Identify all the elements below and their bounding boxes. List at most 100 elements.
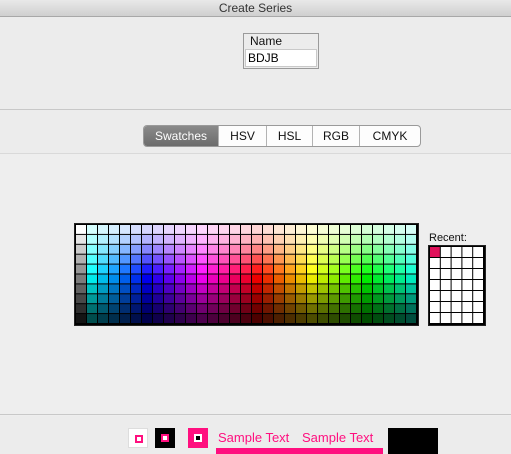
swatch-cell[interactable] xyxy=(175,274,185,284)
swatch-cell[interactable] xyxy=(307,264,317,274)
swatch-cell[interactable] xyxy=(241,254,251,264)
swatch-cell[interactable] xyxy=(142,284,152,294)
swatch-cell[interactable] xyxy=(406,264,416,274)
swatch-cell[interactable] xyxy=(395,244,405,254)
swatch-cell[interactable] xyxy=(186,284,196,294)
swatch-cell[interactable] xyxy=(76,274,86,284)
swatch-cell[interactable] xyxy=(395,304,405,314)
swatch-cell[interactable] xyxy=(351,264,361,274)
swatch-cell[interactable] xyxy=(208,225,218,234)
swatch-cell[interactable] xyxy=(351,284,361,294)
swatch-cell[interactable] xyxy=(109,304,119,314)
swatch-cell[interactable] xyxy=(186,244,196,254)
swatch-cell[interactable] xyxy=(87,264,97,274)
swatch-cell[interactable] xyxy=(362,234,372,244)
tab-swatches[interactable]: Swatches xyxy=(144,126,218,146)
swatch-cell[interactable] xyxy=(153,254,163,264)
swatch-cell[interactable] xyxy=(395,234,405,244)
swatch-cell[interactable] xyxy=(120,274,130,284)
swatch-cell[interactable] xyxy=(153,274,163,284)
swatch-cell[interactable] xyxy=(296,314,306,323)
swatch-cell[interactable] xyxy=(208,284,218,294)
swatch-cell[interactable] xyxy=(164,304,174,314)
swatch-cell[interactable] xyxy=(362,225,372,234)
swatch-cell[interactable] xyxy=(296,225,306,234)
swatch-cell[interactable] xyxy=(340,234,350,244)
swatch-cell[interactable] xyxy=(395,314,405,323)
swatch-cell[interactable] xyxy=(197,274,207,284)
swatch-cell[interactable] xyxy=(384,244,394,254)
swatch-cell[interactable] xyxy=(340,264,350,274)
swatch-cell[interactable] xyxy=(340,274,350,284)
swatch-cell[interactable] xyxy=(351,274,361,284)
swatch-cell[interactable] xyxy=(362,304,372,314)
swatch-cell[interactable] xyxy=(384,225,394,234)
recent-swatch-cell[interactable] xyxy=(430,291,440,301)
swatch-cell[interactable] xyxy=(241,294,251,304)
swatch-cell[interactable] xyxy=(373,274,383,284)
swatch-cell[interactable] xyxy=(230,274,240,284)
swatch-cell[interactable] xyxy=(340,304,350,314)
swatch-cell[interactable] xyxy=(373,264,383,274)
swatch-cell[interactable] xyxy=(186,274,196,284)
swatch-cell[interactable] xyxy=(208,264,218,274)
swatch-cell[interactable] xyxy=(373,284,383,294)
swatch-cell[interactable] xyxy=(307,314,317,323)
recent-swatch-cell[interactable] xyxy=(451,247,462,257)
swatch-cell[interactable] xyxy=(406,314,416,323)
swatch-cell[interactable] xyxy=(98,254,108,264)
recent-swatch-cell[interactable] xyxy=(473,291,483,301)
swatch-cell[interactable] xyxy=(274,225,284,234)
swatch-cell[interactable] xyxy=(109,274,119,284)
swatch-cell[interactable] xyxy=(120,225,130,234)
recent-swatch-cell[interactable] xyxy=(430,269,440,279)
swatch-cell[interactable] xyxy=(230,254,240,264)
swatch-cell[interactable] xyxy=(252,314,262,323)
swatch-cell[interactable] xyxy=(131,244,141,254)
swatch-cell[interactable] xyxy=(318,294,328,304)
swatch-cell[interactable] xyxy=(230,294,240,304)
swatch-cell[interactable] xyxy=(340,314,350,323)
swatch-cell[interactable] xyxy=(219,294,229,304)
swatch-cell[interactable] xyxy=(131,304,141,314)
swatch-cell[interactable] xyxy=(329,264,339,274)
swatch-cell[interactable] xyxy=(230,304,240,314)
tab-rgb[interactable]: RGB xyxy=(312,126,359,146)
swatch-cell[interactable] xyxy=(208,304,218,314)
swatch-cell[interactable] xyxy=(98,314,108,323)
swatch-cell[interactable] xyxy=(362,274,372,284)
swatch-cell[interactable] xyxy=(76,254,86,264)
swatch-cell[interactable] xyxy=(230,244,240,254)
swatch-cell[interactable] xyxy=(263,274,273,284)
swatch-cell[interactable] xyxy=(142,294,152,304)
swatch-cell[interactable] xyxy=(395,225,405,234)
swatch-cell[interactable] xyxy=(285,225,295,234)
swatch-cell[interactable] xyxy=(384,234,394,244)
swatch-cell[interactable] xyxy=(153,225,163,234)
recent-swatch-cell[interactable] xyxy=(462,247,473,257)
swatch-cell[interactable] xyxy=(296,244,306,254)
swatch-cell[interactable] xyxy=(318,284,328,294)
swatch-cell[interactable] xyxy=(351,234,361,244)
swatch-cell[interactable] xyxy=(87,314,97,323)
swatch-cell[interactable] xyxy=(318,264,328,274)
swatch-cell[interactable] xyxy=(197,304,207,314)
swatch-cell[interactable] xyxy=(252,234,262,244)
swatch-cell[interactable] xyxy=(120,314,130,323)
swatch-cell[interactable] xyxy=(318,254,328,264)
recent-swatch-cell[interactable] xyxy=(473,313,483,323)
recent-swatch-cell[interactable] xyxy=(462,302,473,312)
swatch-cell[interactable] xyxy=(252,244,262,254)
swatch-cell[interactable] xyxy=(373,304,383,314)
swatch-cell[interactable] xyxy=(285,244,295,254)
swatch-cell[interactable] xyxy=(142,274,152,284)
swatch-cell[interactable] xyxy=(307,244,317,254)
swatch-cell[interactable] xyxy=(274,254,284,264)
swatch-cell[interactable] xyxy=(109,244,119,254)
swatch-cell[interactable] xyxy=(230,314,240,323)
swatch-cell[interactable] xyxy=(362,294,372,304)
swatch-cell[interactable] xyxy=(362,314,372,323)
swatch-cell[interactable] xyxy=(252,304,262,314)
tab-hsv[interactable]: HSV xyxy=(218,126,266,146)
swatch-cell[interactable] xyxy=(296,284,306,294)
